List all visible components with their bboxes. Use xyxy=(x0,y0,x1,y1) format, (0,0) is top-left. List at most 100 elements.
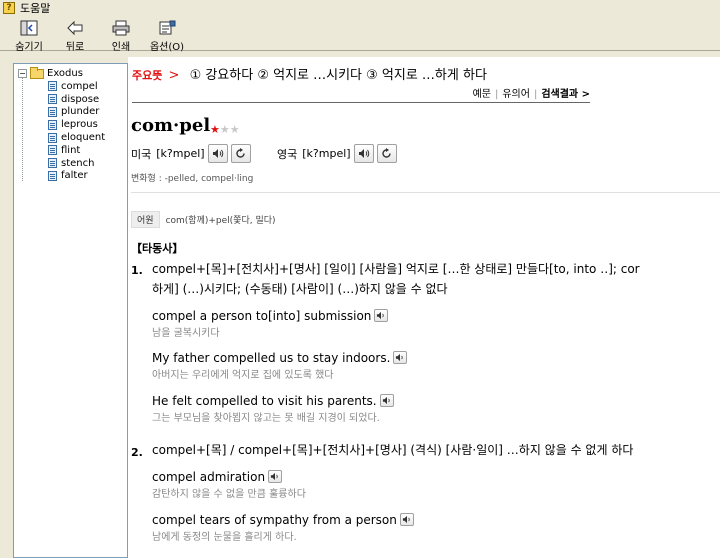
main-meaning-arrow: > xyxy=(168,68,180,83)
example-audio-button[interactable] xyxy=(268,470,283,483)
tree-guide-line xyxy=(22,78,23,181)
tree-item-label: plunder xyxy=(61,106,100,118)
main-meaning-key: 주요뜻 xyxy=(132,69,163,82)
pron-uk-label: 영국 xyxy=(277,147,298,161)
tree-item-label: eloquent xyxy=(61,132,106,144)
example-korean: 아버지는 우리에게 억지로 집에 있도록 했다 xyxy=(152,370,334,381)
speaker-icon xyxy=(270,472,278,481)
tree-item-label: stench xyxy=(61,157,95,169)
example-audio-button[interactable] xyxy=(399,513,414,526)
repeat-icon xyxy=(382,148,391,158)
main-meanings: 주요뜻 > ① 강요하다 ② 억지로 …시키다 ③ 억지로 …하게 하다 xyxy=(132,64,487,83)
tree-item-leprous[interactable]: leprous xyxy=(48,118,105,131)
print-button-label: 인쇄 xyxy=(111,42,131,53)
example-audio-button[interactable] xyxy=(379,394,394,407)
toolbar: 숨기기 뒤로 인쇄 옵션(O) xyxy=(0,17,720,53)
example-english: compel a person to[into] submission xyxy=(152,308,372,323)
hide-button[interactable]: 숨기기 xyxy=(6,17,52,53)
speaker-icon xyxy=(402,515,410,524)
example-korean: 그는 부모님을 찾아뵙지 않고는 못 배길 지경이 되었다. xyxy=(152,413,380,424)
example-english: He felt compelled to visit his parents. xyxy=(152,393,377,408)
pron-us-ipa: [k?mpel] xyxy=(156,147,205,160)
example-audio-button[interactable] xyxy=(393,351,408,364)
document-icon xyxy=(48,145,57,156)
link-separator: | xyxy=(494,89,499,100)
example-item: compel tears of sympathy from a person 남… xyxy=(152,511,414,543)
document-icon xyxy=(48,106,57,117)
tree-item-label: flint xyxy=(61,144,81,156)
speaker-icon xyxy=(358,149,369,158)
section-divider xyxy=(131,192,720,193)
link-separator: | xyxy=(533,89,538,100)
collapse-toggle-icon[interactable]: − xyxy=(18,69,27,78)
speaker-icon xyxy=(396,353,404,362)
example-korean: 남에게 동정의 눈물을 흘리게 하다. xyxy=(152,532,297,543)
tree-item-label: falter xyxy=(61,170,88,182)
sense-number: 1. xyxy=(131,264,143,277)
example-english: compel admiration xyxy=(152,469,266,484)
tree-item-label: compel xyxy=(61,80,98,92)
example-korean: 감탄하지 않을 수 없을 만큼 훌륭하다 xyxy=(152,489,306,500)
play-uk-audio-button[interactable] xyxy=(353,144,374,163)
back-arrow-icon xyxy=(65,20,85,36)
document-icon xyxy=(48,81,57,92)
pron-us-label: 미국 xyxy=(131,147,152,161)
example-item: compel a person to[into] submission 남을 굴… xyxy=(152,307,389,339)
etymology-tag: 어원 xyxy=(131,211,160,228)
print-button[interactable]: 인쇄 xyxy=(98,17,144,53)
tree-item-label: leprous xyxy=(61,119,98,131)
sense-definition-line: compel+[목] / compel+[목]+[전치사]+[명사] (격식) … xyxy=(152,443,634,457)
speaker-icon xyxy=(377,311,385,320)
inflection-forms: 변화형 : -pelled, compel·ling xyxy=(131,174,254,184)
etymology-text: com(함께)+pel(쫓다, 밀다) xyxy=(165,216,276,226)
window-title: 도움말 xyxy=(20,2,51,15)
links-divider xyxy=(132,102,590,103)
etymology: 어원 com(함께)+pel(쫓다, 밀다) xyxy=(131,211,276,228)
headword: com·pel xyxy=(131,115,211,136)
pron-uk-ipa: [k?mpel] xyxy=(302,147,351,160)
title-bar: ? 도움말 xyxy=(0,0,720,16)
hide-button-label: 숨기기 xyxy=(15,42,43,53)
tree-root-label: Exodus xyxy=(47,68,83,79)
back-button[interactable]: 뒤로 xyxy=(52,17,98,53)
document-icon xyxy=(48,132,57,143)
back-button-label: 뒤로 xyxy=(65,42,85,53)
tree-root-exodus[interactable]: − Exodus xyxy=(18,66,83,80)
sense-definition: compel+[목] / compel+[목]+[전치사]+[명사] (격식) … xyxy=(152,440,633,460)
replay-uk-audio-button[interactable] xyxy=(376,144,397,163)
star-empty-icon: ★★ xyxy=(219,123,240,136)
star-filled-icon: ★ xyxy=(210,123,220,136)
tree-item-compel[interactable]: compel xyxy=(48,80,105,93)
folder-open-icon xyxy=(30,66,44,79)
tree-item-eloquent[interactable]: eloquent xyxy=(48,131,105,144)
example-english: compel tears of sympathy from a person xyxy=(152,512,397,527)
tree-item-stench[interactable]: stench xyxy=(48,157,105,170)
document-icon xyxy=(48,170,57,181)
link-synonyms[interactable]: 유의어 xyxy=(502,89,530,100)
example-english: My father compelled us to stay indoors. xyxy=(152,350,391,365)
options-button[interactable]: 옵션(O) xyxy=(144,17,190,53)
tree-item-dispose[interactable]: dispose xyxy=(48,93,105,106)
link-search-results[interactable]: 검색결과 > xyxy=(541,89,590,100)
example-korean: 남을 굴복시키다 xyxy=(152,328,220,339)
sense-definition-line: compel+[목]+[전치사]+[명사] [일이] [사람을] 억지로 […한… xyxy=(152,262,640,276)
options-button-label: 옵션(O) xyxy=(149,42,185,53)
printer-icon xyxy=(111,20,131,36)
topics-tree[interactable]: − Exodus compel dispose plunder leprous … xyxy=(13,63,128,558)
tree-item-flint[interactable]: flint xyxy=(48,144,105,157)
importance-stars: ★★★ xyxy=(210,123,240,136)
tree-item-falter[interactable]: falter xyxy=(48,170,105,183)
sense-definition-line: 하게] (…)시키다; (수동태) [사람이] (…)하지 않을 수 없다 xyxy=(152,282,448,296)
tree-items: compel dispose plunder leprous eloquent … xyxy=(48,80,105,182)
help-app-icon: ? xyxy=(3,2,15,14)
speaker-icon xyxy=(382,396,390,405)
hide-pane-icon xyxy=(19,20,39,36)
play-us-audio-button[interactable] xyxy=(207,144,228,163)
tree-item-plunder[interactable]: plunder xyxy=(48,106,105,119)
example-item: He felt compelled to visit his parents. … xyxy=(152,392,394,424)
dictionary-entry-pane: 주요뜻 > ① 강요하다 ② 억지로 …시키다 ③ 억지로 …하게 하다 예문 |… xyxy=(128,57,720,558)
replay-us-audio-button[interactable] xyxy=(230,144,251,163)
link-examples[interactable]: 예문 xyxy=(473,89,491,100)
document-icon xyxy=(48,119,57,130)
example-audio-button[interactable] xyxy=(374,309,389,322)
